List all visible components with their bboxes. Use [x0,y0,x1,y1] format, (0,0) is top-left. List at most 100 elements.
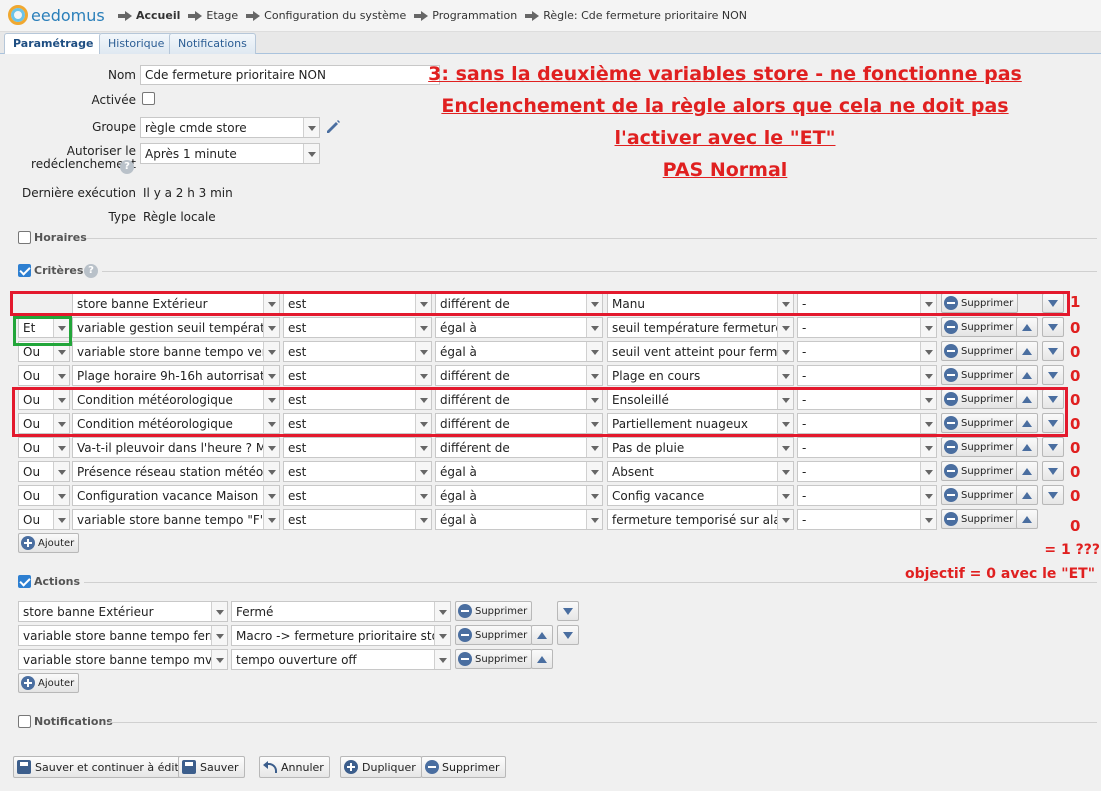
help-icon[interactable]: ? [84,264,98,278]
criterion-move-up-button[interactable] [1016,437,1038,457]
nom-input[interactable] [140,65,440,85]
criterion-comparator-select[interactable]: égal à [435,341,603,362]
add-criterion-button[interactable]: Ajouter [18,533,80,553]
criterion-device-select[interactable]: variable gestion seuil température [72,317,280,338]
criterion-extra-select[interactable]: - [797,341,937,362]
criterion-operator-select[interactable]: Ou [18,365,70,386]
breadcrumb-item-configuration[interactable]: Configuration du système [246,9,406,22]
criterion-device-select[interactable]: variable store banne tempo vent f [72,341,280,362]
horaires-checkbox[interactable] [18,231,31,244]
criterion-value-select[interactable]: fermeture temporisé sur alarm [607,509,794,530]
criterion-value-select[interactable]: seuil vent atteint pour fermet [607,341,794,362]
criterion-verb-select[interactable]: est [283,365,432,386]
criterion-move-up-button[interactable] [1016,365,1038,385]
criterion-verb-select[interactable]: est [283,341,432,362]
criterion-device-select[interactable]: Configuration vacance Maison [72,485,280,506]
help-icon[interactable]: ? [120,160,134,174]
criterion-comparator-select[interactable]: égal à [435,317,603,338]
criterion-move-up-button[interactable] [1016,485,1038,505]
action-device-select[interactable]: variable store banne tempo ferme [18,625,228,646]
criterion-move-down-button[interactable] [1042,317,1064,337]
action-move-up-button[interactable] [531,625,553,645]
criterion-value-select[interactable]: seuil température fermeture s [607,317,794,338]
chevron-down-icon [303,118,319,137]
eedomus-logo[interactable]: eedomus [8,5,105,25]
criterion-extra-select[interactable]: - [797,461,937,482]
criterion-value-select[interactable]: Absent [607,461,794,482]
activee-checkbox[interactable] [142,92,155,105]
action-move-up-button[interactable] [531,649,553,669]
duplicate-button[interactable]: Dupliquer [340,756,422,778]
save-continue-button[interactable]: Sauver et continuer à éditer [13,756,197,778]
criterion-move-up-button[interactable] [1016,341,1038,361]
criterion-comparator-select[interactable]: égal à [435,485,603,506]
tab-parametrage[interactable]: Paramétrage [4,33,103,55]
criterion-value-select[interactable]: Plage en cours [607,365,794,386]
notifications-checkbox[interactable] [18,715,31,728]
criterion-move-down-button[interactable] [1042,341,1064,361]
criteres-checkbox[interactable] [18,264,31,277]
add-action-button[interactable]: Ajouter [18,673,80,693]
action-value-select[interactable]: tempo ouverture off [231,649,451,670]
tab-historique[interactable]: Historique [99,33,174,54]
action-delete-button[interactable]: Supprimer [455,625,533,645]
breadcrumb-item-programmation[interactable]: Programmation [414,9,517,22]
criterion-extra-select[interactable]: - [797,437,937,458]
criterion-delete-button[interactable]: Supprimer [941,461,1019,481]
breadcrumb-item-etage[interactable]: Etage [188,9,238,22]
autoriser-select[interactable]: Après 1 minute [140,143,320,164]
criterion-move-up-button[interactable] [1016,461,1038,481]
criterion-extra-select[interactable]: - [797,509,937,530]
criterion-operator-select[interactable]: Ou [18,461,70,482]
criterion-delete-button[interactable]: Supprimer [941,341,1019,361]
criterion-delete-button[interactable]: Supprimer [941,317,1019,337]
criterion-delete-button[interactable]: Supprimer [941,485,1019,505]
criterion-device-select[interactable]: Présence réseau station météo [72,461,280,482]
criterion-extra-select[interactable]: - [797,365,937,386]
cancel-button[interactable]: Annuler [259,756,330,778]
criterion-operator-select[interactable]: Ou [18,485,70,506]
action-delete-button[interactable]: Supprimer [455,601,533,621]
criterion-move-up-button[interactable] [1016,509,1038,529]
criterion-move-down-button[interactable] [1042,437,1064,457]
criterion-device-select[interactable]: Plage horaire 9h-16h autorrisation [72,365,280,386]
action-value-select[interactable]: Fermé [231,601,451,622]
criterion-verb-select[interactable]: est [283,437,432,458]
criterion-move-down-button[interactable] [1042,485,1064,505]
criterion-comparator-select[interactable]: égal à [435,461,603,482]
criterion-move-down-button[interactable] [1042,365,1064,385]
delete-button[interactable]: Supprimer [421,756,506,778]
pencil-icon[interactable] [324,118,342,136]
action-move-down-button[interactable] [557,601,579,621]
criterion-operator-select[interactable]: Ou [18,437,70,458]
criterion-verb-select[interactable]: est [283,317,432,338]
criterion-comparator-select[interactable]: différent de [435,437,603,458]
action-value-select[interactable]: Macro -> fermeture prioritaire store [231,625,451,646]
criterion-comparator-select[interactable]: égal à [435,509,603,530]
criterion-device-select[interactable]: variable store banne tempo "F" su [72,509,280,530]
criterion-move-down-button[interactable] [1042,461,1064,481]
tab-notifications[interactable]: Notifications [169,33,256,54]
action-device-select[interactable]: variable store banne tempo mvt o [18,649,228,670]
criterion-verb-select[interactable]: est [283,485,432,506]
criterion-verb-select[interactable]: est [283,461,432,482]
action-delete-button[interactable]: Supprimer [455,649,533,669]
breadcrumb-item-accueil[interactable]: Accueil [118,9,180,22]
criterion-delete-button[interactable]: Supprimer [941,509,1019,529]
actions-checkbox[interactable] [18,575,31,588]
criterion-extra-select[interactable]: - [797,317,937,338]
action-device-select[interactable]: store banne Extérieur [18,601,228,622]
criterion-value-select[interactable]: Pas de pluie [607,437,794,458]
criterion-comparator-select[interactable]: différent de [435,365,603,386]
groupe-select[interactable]: règle cmde store [140,117,320,138]
criterion-value-select[interactable]: Config vacance [607,485,794,506]
criterion-move-up-button[interactable] [1016,317,1038,337]
criterion-operator-select[interactable]: Ou [18,509,70,530]
criterion-delete-button[interactable]: Supprimer [941,365,1019,385]
criterion-device-select[interactable]: Va-t-il pleuvoir dans l'heure ? Méte [72,437,280,458]
save-button[interactable]: Sauver [178,756,245,778]
criterion-verb-select[interactable]: est [283,509,432,530]
criterion-delete-button[interactable]: Supprimer [941,437,1019,457]
action-move-down-button[interactable] [557,625,579,645]
criterion-extra-select[interactable]: - [797,485,937,506]
